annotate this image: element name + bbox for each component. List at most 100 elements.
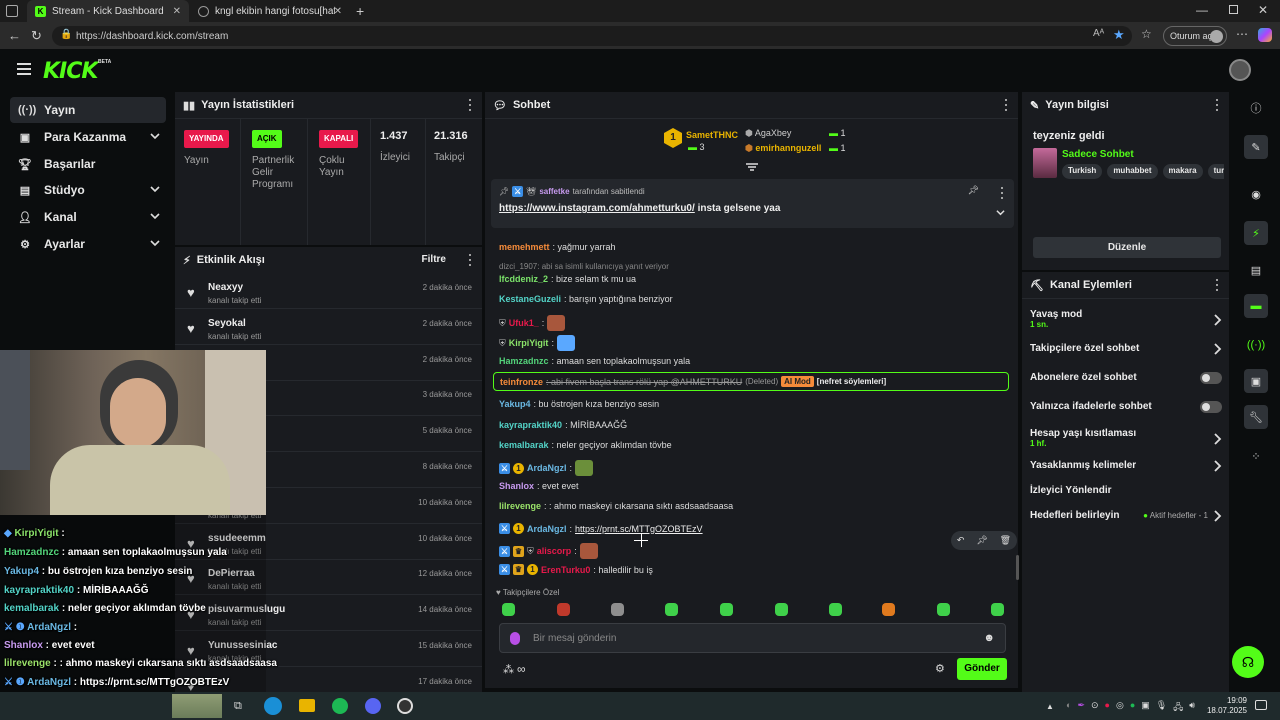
infinity-icon[interactable]: ∞ bbox=[517, 662, 526, 676]
toggle-switch[interactable] bbox=[1200, 372, 1222, 384]
channel-action-item[interactable]: Yalnızca ifadelerle sohbet bbox=[1030, 401, 1222, 421]
edit-icon[interactable]: ✎ bbox=[1244, 135, 1268, 159]
document-icon[interactable]: ▤ bbox=[1244, 258, 1268, 282]
chat-icon[interactable]: ▬ bbox=[1244, 294, 1268, 318]
tray-app-icon[interactable]: ◎ bbox=[1116, 700, 1124, 716]
top-supporter-name[interactable]: SametTHNC bbox=[686, 130, 738, 140]
sidebar-item-para-kazanma[interactable]: ▣ Para Kazanma bbox=[10, 124, 166, 150]
network-icon[interactable]: 🖧︎ bbox=[1173, 700, 1183, 716]
chat-message[interactable]: Hamzadnzc: amaan sen toplakaolmuşsun yal… bbox=[499, 356, 690, 366]
chat-settings-icon[interactable]: ⚙ bbox=[935, 662, 945, 675]
pin-icon[interactable]: 📌︎ bbox=[976, 535, 987, 546]
tag-chip[interactable]: makara bbox=[1162, 164, 1203, 179]
minimize-button[interactable]: — bbox=[1196, 3, 1208, 17]
tab-actions-icon[interactable] bbox=[6, 5, 18, 17]
info-icon[interactable]: ⓘ bbox=[1244, 96, 1268, 120]
user-avatar[interactable] bbox=[1229, 59, 1251, 81]
close-window-button[interactable]: ✕ bbox=[1258, 3, 1268, 17]
new-tab-button[interactable]: + bbox=[356, 3, 364, 19]
emote-button[interactable] bbox=[775, 603, 788, 616]
tray-app-icon[interactable]: ● bbox=[1130, 700, 1135, 716]
broadcast-icon[interactable]: ((·)) bbox=[1244, 333, 1268, 357]
chat-message[interactable]: ⛨ KirpiYigit: bbox=[499, 335, 575, 351]
emote-button[interactable] bbox=[557, 603, 570, 616]
favorite-star-icon[interactable]: ★ bbox=[1113, 27, 1125, 43]
channel-action-item[interactable]: Takipçilere özel sohbet bbox=[1030, 343, 1222, 363]
chat-message[interactable]: KestaneGuzeli: barışın yaptığına benziyo… bbox=[499, 294, 673, 304]
spotify-icon[interactable] bbox=[332, 698, 348, 714]
quick-emote-icon[interactable]: ⁂ bbox=[503, 663, 514, 676]
tab-close-icon[interactable]: ✕ bbox=[334, 6, 342, 17]
emote-button[interactable] bbox=[991, 603, 1004, 616]
back-button[interactable]: ← bbox=[8, 28, 21, 43]
chat-message[interactable]: Shanlox: evet evet bbox=[499, 481, 579, 491]
chat-input[interactable]: Bir mesaj gönderin ☻ bbox=[499, 623, 1006, 653]
chat-message[interactable]: ⚔ 1 ArdaNgzl: bbox=[499, 460, 594, 476]
channel-action-item[interactable]: Abonelere özel sohbet bbox=[1030, 372, 1222, 392]
emote-image[interactable] bbox=[556, 335, 575, 351]
emote-image[interactable] bbox=[575, 460, 594, 476]
tray-expand-icon[interactable]: ▲ bbox=[1046, 702, 1054, 711]
chat-link[interactable]: https://prnt.sc/MTTgOZOBTEzV bbox=[575, 524, 703, 534]
chat-menu-icon[interactable] bbox=[1004, 99, 1008, 111]
chat-username[interactable]: KestaneGuzeli bbox=[499, 294, 561, 304]
chat-username[interactable]: ArdaNgzl bbox=[527, 524, 567, 534]
activity-menu-icon[interactable] bbox=[468, 254, 472, 266]
task-view-icon[interactable]: ⧉ bbox=[234, 700, 242, 713]
taskbar-widget-thumbnail[interactable] bbox=[172, 694, 222, 718]
wrench-icon[interactable]: 🔧︎ bbox=[1244, 405, 1268, 429]
pinned-menu-icon[interactable] bbox=[1000, 187, 1004, 199]
chat-username[interactable]: kemalbarak bbox=[499, 440, 549, 450]
chat-message[interactable]: ⚔ ♛ ⛨ aliscorp: bbox=[499, 543, 598, 559]
pinned-by-user[interactable]: saffetke bbox=[539, 187, 569, 196]
tag-chip[interactable]: tur bbox=[1207, 164, 1224, 179]
chat-username[interactable]: kayrapraktik40 bbox=[499, 420, 562, 430]
sidebar-item-basarilar[interactable]: 🏆︎ Başarılar bbox=[10, 151, 166, 177]
chat-scrollbar[interactable] bbox=[1016, 555, 1019, 580]
activity-username[interactable]: Neaxyy bbox=[208, 282, 243, 293]
reload-button[interactable]: ↻ bbox=[31, 28, 42, 44]
activity-item[interactable]: ♥ Seyokal kanalı takip etti 2 dakika önce bbox=[175, 309, 482, 345]
emote-image[interactable] bbox=[579, 543, 598, 559]
tray-app-icon[interactable]: ✒ bbox=[1077, 700, 1085, 716]
chat-message[interactable]: memehmett: yağmur yarrah bbox=[499, 242, 616, 252]
pinned-link[interactable]: https://www.instagram.com/ahmetturku0/ bbox=[499, 203, 695, 214]
hamburger-menu-icon[interactable] bbox=[17, 63, 31, 75]
copilot-icon[interactable] bbox=[1258, 28, 1272, 42]
tab-stream-dashboard[interactable]: K Stream - Kick Dashboard ✕ bbox=[27, 0, 189, 22]
favorites-icon[interactable]: ☆ bbox=[1141, 27, 1152, 41]
sidebar-item-ayarlar[interactable]: ⚙ Ayarlar bbox=[10, 231, 166, 257]
tag-chip[interactable]: Turkish bbox=[1062, 164, 1103, 179]
channel-action-item[interactable]: Hesap yaşı kısıtlaması 1 hf. bbox=[1030, 428, 1222, 448]
activity-username[interactable]: Seyokal bbox=[208, 318, 246, 329]
top-supporter-3[interactable]: ⬢ emirhannguzell bbox=[745, 143, 821, 154]
emote-button[interactable] bbox=[611, 603, 624, 616]
chat-username[interactable]: teinfronze bbox=[500, 377, 543, 387]
chat-message[interactable]: ⚔ ♛ 1 ErenTurku0: halledilir bu iş bbox=[499, 564, 653, 575]
read-aloud-icon[interactable]: Aᴬ bbox=[1093, 28, 1104, 39]
support-chat-button[interactable]: ☊ bbox=[1232, 646, 1264, 678]
pinned-message[interactable]: 📌︎ ⚔ 👑︎ saffetke tarafından sabitlendi htt… bbox=[491, 179, 1014, 228]
top-supporter-2[interactable]: ⬢ AgaXbey bbox=[745, 128, 791, 139]
emote-button[interactable] bbox=[720, 603, 733, 616]
chat-message[interactable]: Yakup4: bu östrojen kıza benziyo sesin bbox=[499, 399, 659, 409]
chat-username[interactable]: Yakup4 bbox=[499, 399, 531, 409]
tab-close-icon[interactable]: ✕ bbox=[173, 6, 181, 17]
volume-icon[interactable]: 🔊︎ bbox=[1189, 700, 1195, 716]
layout-icon[interactable]: ▣ bbox=[1244, 369, 1268, 393]
channel-actions-menu-icon[interactable] bbox=[1215, 279, 1219, 291]
file-explorer-icon[interactable] bbox=[299, 699, 315, 712]
clock[interactable]: 19:09 18.07.2025 bbox=[1205, 696, 1247, 716]
trash-icon[interactable]: 🗑︎ bbox=[1000, 535, 1011, 546]
tray-app-icon[interactable]: ◐ bbox=[1066, 700, 1071, 716]
chat-message[interactable]: kemalbarak: neler geçiyor aklımdan tövbe bbox=[499, 440, 672, 450]
chat-message[interactable]: kayrapraktik40: MİRİBAAAĞĞ bbox=[499, 420, 627, 430]
reply-icon[interactable]: ↶ bbox=[957, 535, 965, 546]
category-name[interactable]: Sadece Sohbet bbox=[1062, 149, 1134, 160]
stats-menu-icon[interactable] bbox=[468, 99, 472, 111]
address-bar[interactable]: 🔒 https://dashboard.kick.com/stream bbox=[52, 26, 1132, 46]
more-menu-icon[interactable]: ⋯ bbox=[1236, 27, 1248, 41]
collapse-icon[interactable] bbox=[746, 163, 758, 171]
apps-icon[interactable]: ⁘ bbox=[1244, 444, 1268, 468]
emote-button[interactable] bbox=[937, 603, 950, 616]
